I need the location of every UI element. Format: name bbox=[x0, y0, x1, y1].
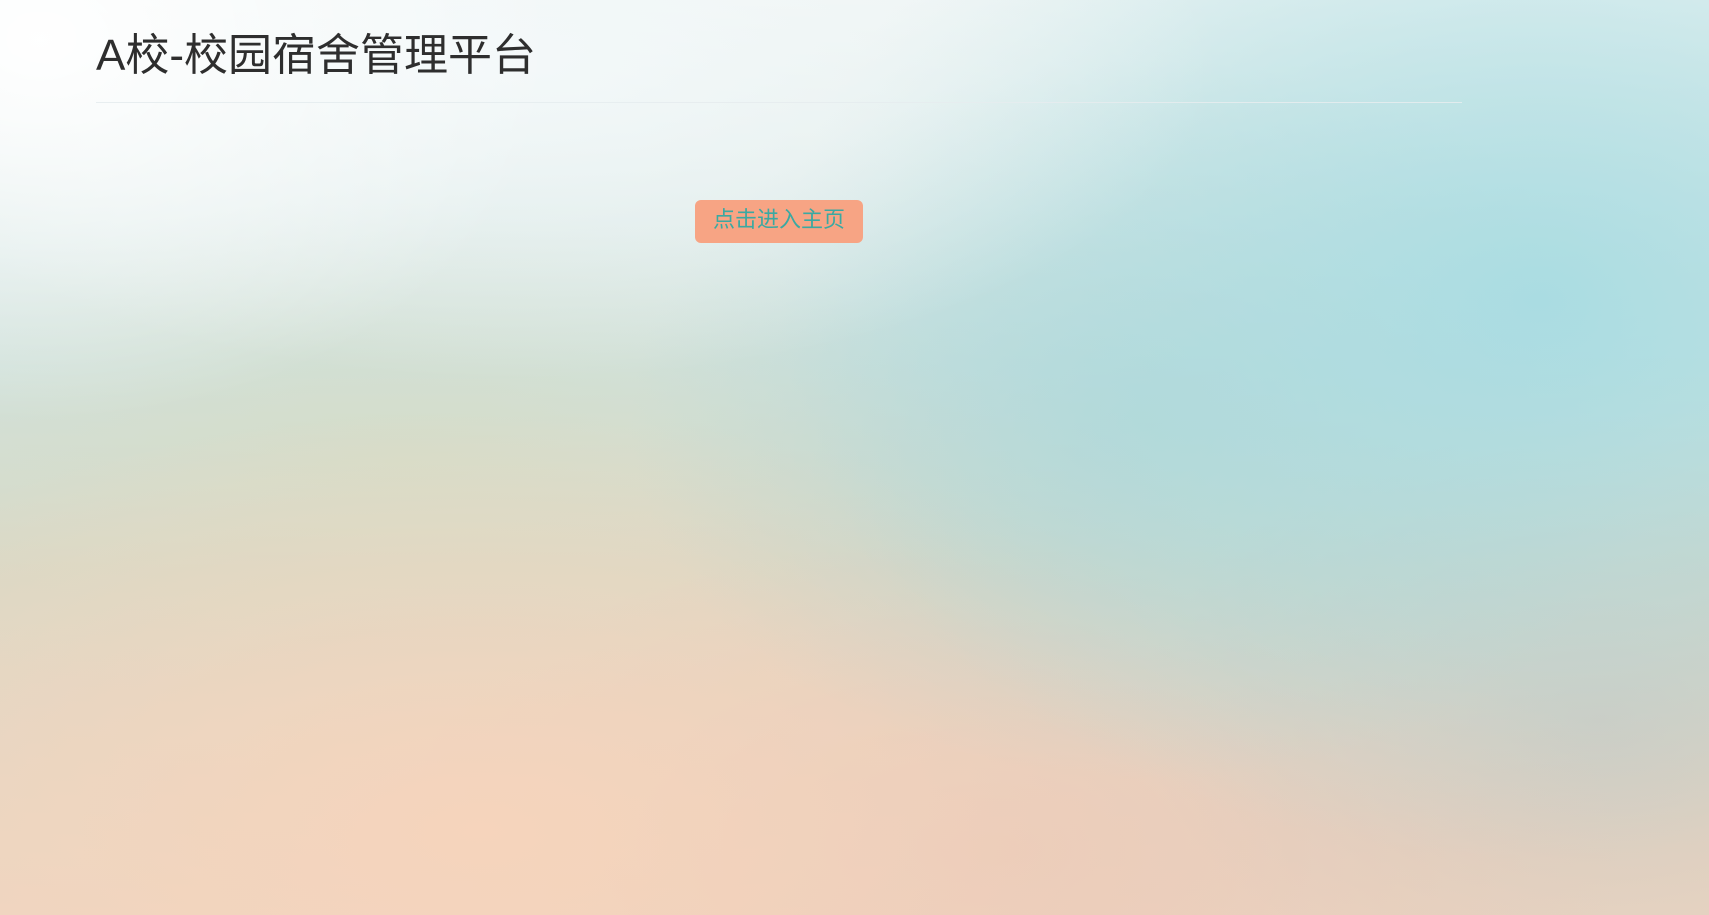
enter-home-button[interactable]: 点击进入主页 bbox=[695, 200, 863, 243]
page-container: A校-校园宿舍管理平台 bbox=[96, 0, 1462, 103]
page-background bbox=[0, 0, 1709, 915]
page-title: A校-校园宿舍管理平台 bbox=[96, 31, 536, 80]
page-header: A校-校园宿舍管理平台 bbox=[96, 0, 1462, 103]
